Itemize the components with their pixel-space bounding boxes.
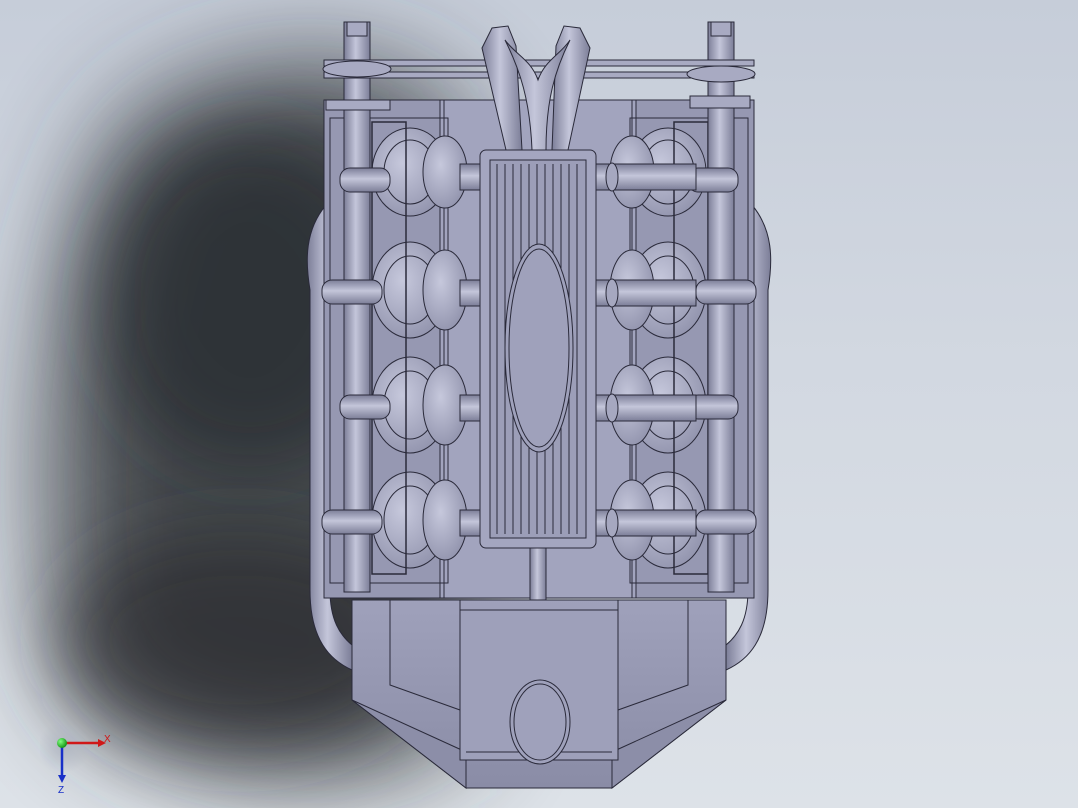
orientation-triad: X Z (40, 725, 111, 795)
intake-plenum (479, 149, 597, 549)
3d-viewport[interactable]: X Z (0, 0, 1078, 808)
x-axis-label: X (104, 734, 111, 745)
engine-model[interactable] (0, 0, 1078, 808)
z-axis-label: Z (58, 785, 64, 795)
y-axis-ball (57, 738, 67, 748)
oil-sump (351, 599, 727, 790)
sump-drain-plate (509, 679, 571, 765)
